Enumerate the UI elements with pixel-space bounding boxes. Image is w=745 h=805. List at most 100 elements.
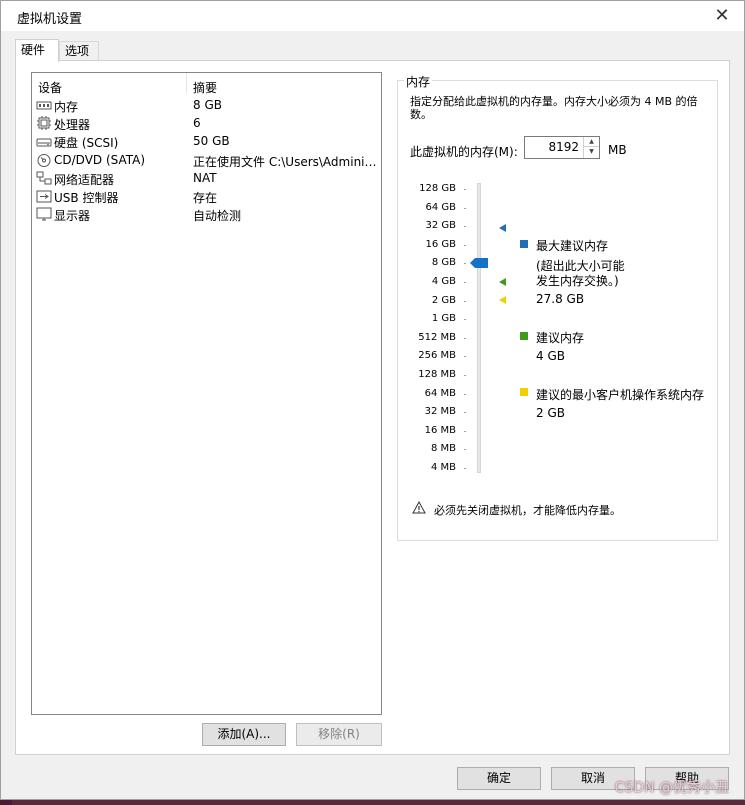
memory-slider-track[interactable] — [477, 183, 481, 473]
slider-tick-label: 512 MB — [418, 331, 456, 343]
title-bar: 虚拟机设置 ✕ — [1, 1, 744, 31]
tab-hardware[interactable]: 硬件 — [15, 39, 59, 62]
device-rows: 内存 8 GB 处理器 6 硬盘 (SCSI) 50 GB CD/DVD (SA… — [32, 97, 381, 224]
tab-options[interactable]: 选项 — [59, 41, 99, 61]
memory-size-label: 此虚拟机的内存(M): — [410, 145, 518, 159]
slider-tick-mark — [464, 449, 466, 451]
close-icon[interactable]: ✕ — [712, 6, 732, 26]
device-name: 硬盘 (SCSI) — [54, 136, 119, 151]
slider-tick-label: 32 GB — [425, 220, 456, 232]
display-icon — [36, 207, 52, 221]
device-summary: NAT — [193, 170, 217, 185]
device-row-memory[interactable]: 内存 8 GB — [32, 97, 381, 115]
slider-tick-label: 8 MB — [430, 443, 456, 455]
processor-icon — [37, 116, 51, 131]
slider-tick-mark — [464, 337, 466, 339]
slider-tick-mark — [464, 282, 466, 283]
list-header: 设备 摘要 — [32, 73, 381, 95]
memory-size-input[interactable]: 8192 — [548, 140, 579, 154]
slider-tick-label: 16 GB — [425, 238, 456, 250]
memory-slider-thumb[interactable] — [470, 258, 488, 269]
device-name: USB 控制器 — [54, 190, 119, 205]
device-name: 网络适配器 — [54, 172, 115, 187]
device-row-display[interactable]: 显示器 自动检测 — [32, 206, 381, 224]
slider-tick-mark — [464, 375, 466, 376]
min-guest-label: 建议的最小客户机操作系统内存 — [536, 388, 705, 402]
slider-tick-label: 64 GB — [425, 201, 456, 213]
slider-tick-label: 256 MB — [418, 350, 456, 362]
slider-tick-label: 128 MB — [418, 369, 456, 380]
max-recommended-label: 最大建议内存 — [536, 239, 609, 253]
device-name: 内存 — [54, 100, 79, 114]
spin-down-arrow-icon[interactable]: ▼ — [584, 147, 599, 157]
memory-icon — [36, 101, 52, 110]
ok-button[interactable]: 确定 — [457, 767, 541, 790]
memory-description: 指定分配给此虚拟机的内存量。内存大小必须为 4 MB 的倍数。 — [410, 95, 698, 121]
hardware-panel: 设备 摘要 内存 8 GB 处理器 6 硬盘 (SCSI) 50 GB CD/D… — [15, 60, 730, 755]
network-adapter-icon — [36, 171, 52, 185]
memory-group-title: 内存 — [404, 73, 433, 90]
device-row-processor[interactable]: 处理器 6 — [32, 115, 381, 133]
recommended-label: 建议内存 — [536, 331, 585, 345]
memory-unit-label: MB — [608, 143, 627, 157]
recommended-value: 4 GB — [536, 349, 565, 363]
spin-up-arrow-icon[interactable]: ▲ — [584, 137, 599, 147]
device-name: 显示器 — [54, 209, 91, 224]
slider-tick-label: 4 GB — [431, 276, 456, 287]
memory-group: 内存 指定分配给此虚拟机的内存量。内存大小必须为 4 MB 的倍数。 此虚拟机的… — [397, 73, 718, 541]
min-guest-marker-icon — [499, 296, 506, 304]
device-name: CD/DVD (SATA) — [54, 152, 146, 167]
memory-size-spinbox[interactable]: 8192 ▲ ▼ — [524, 136, 600, 159]
device-row-network-adapter[interactable]: 网络适配器 NAT — [32, 170, 381, 188]
device-summary: 存在 — [193, 190, 218, 205]
hard-disk-icon — [36, 138, 52, 147]
column-header-device[interactable]: 设备 — [38, 79, 62, 96]
slider-tick-mark — [464, 430, 466, 432]
column-divider[interactable] — [186, 73, 187, 93]
device-row-hard-disk[interactable]: 硬盘 (SCSI) 50 GB — [32, 133, 381, 151]
device-row-cd-dvd[interactable]: CD/DVD (SATA) 正在使用文件 C:\Users\Adminis... — [32, 152, 381, 170]
device-name: 处理器 — [54, 118, 91, 133]
usb-controller-icon — [36, 190, 52, 203]
vm-settings-dialog: 虚拟机设置 ✕ 硬件 选项 设备 摘要 内存 8 GB 处理器 6 硬盘 (SC… — [0, 0, 745, 800]
device-summary: 8 GB — [193, 98, 222, 112]
slider-tick-mark — [464, 300, 466, 302]
min-guest-legend-icon — [520, 388, 528, 396]
slider-tick-mark — [464, 189, 466, 190]
watermark: CSDN @优秀小丑 — [614, 780, 729, 796]
slider-tick-label: 2 GB — [431, 294, 456, 306]
device-row-usb-controller[interactable]: USB 控制器 存在 — [32, 188, 381, 206]
warning-text: 必须先关闭虚拟机，才能降低内存量。 — [434, 504, 621, 517]
device-list[interactable]: 设备 摘要 内存 8 GB 处理器 6 硬盘 (SCSI) 50 GB CD/D… — [31, 72, 382, 715]
slider-tick-label: 1 GB — [431, 313, 456, 325]
slider-tick-mark — [464, 263, 466, 265]
slider-tick-label: 128 GB — [419, 183, 456, 194]
slider-tick-label: 8 GB — [431, 257, 456, 269]
remove-button[interactable]: 移除(R) — [296, 723, 382, 746]
slider-tick-mark — [464, 356, 466, 358]
max-recommended-value: 27.8 GB — [536, 292, 585, 306]
device-summary: 50 GB — [193, 134, 230, 149]
recommended-legend-icon — [520, 332, 528, 340]
window-title: 虚拟机设置 — [17, 12, 83, 27]
slider-tick-mark — [464, 412, 466, 414]
slider-tick-mark — [464, 468, 466, 469]
spin-buttons: ▲ ▼ — [583, 137, 599, 158]
recommended-marker-icon — [499, 278, 506, 286]
max-recommended-legend-icon — [520, 240, 528, 248]
slider-tick-label: 4 MB — [430, 462, 456, 473]
device-summary: 6 — [193, 116, 201, 131]
slider-tick-mark — [464, 226, 466, 228]
slider-tick-mark — [464, 393, 466, 395]
slider-tick-mark — [464, 319, 466, 321]
device-summary: 正在使用文件 C:\Users\Adminis... — [193, 154, 378, 169]
slider-tick-label: 16 MB — [424, 424, 456, 436]
slider-tick-mark — [464, 207, 466, 209]
add-button[interactable]: 添加(A)... — [202, 723, 286, 746]
column-header-summary[interactable]: 摘要 — [193, 79, 217, 96]
warning-icon — [412, 501, 426, 514]
cd-dvd-icon — [37, 153, 51, 167]
device-summary: 自动检测 — [193, 209, 242, 224]
slider-tick-mark — [464, 244, 466, 246]
min-guest-value: 2 GB — [536, 406, 565, 420]
